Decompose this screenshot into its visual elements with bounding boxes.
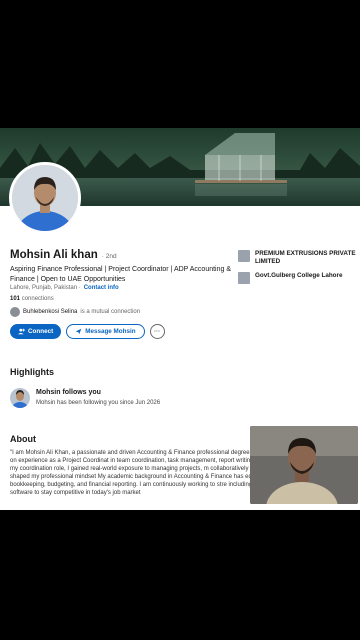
company-logo-icon: [238, 250, 250, 262]
send-icon: [75, 328, 82, 335]
school-logo-icon: [238, 272, 250, 284]
school-name: Govt.Gulberg College Lahore: [255, 272, 343, 279]
profile-name: Mohsin Ali khan: [10, 249, 98, 261]
connections-number: 101: [10, 296, 21, 302]
contact-info-link[interactable]: Contact info: [84, 285, 119, 291]
connect-button[interactable]: Connect: [10, 324, 62, 339]
message-label: Message Mohsin: [85, 328, 136, 335]
mutual-connection[interactable]: Buhlebenkosi Selina is a mutual connecti…: [10, 307, 140, 317]
message-button[interactable]: Message Mohsin: [66, 324, 145, 339]
video-call-overlay[interactable]: [250, 426, 358, 504]
more-icon: ···: [153, 328, 161, 335]
current-company[interactable]: PREMIUM EXTRUSIONS PRIVATE LIMITED: [238, 250, 356, 266]
highlight-avatar: [10, 388, 30, 408]
connect-label: Connect: [28, 328, 54, 335]
profile-name-row: Mohsin Ali khan · 2nd: [10, 249, 117, 261]
highlight-subtitle: Mohsin has been following you since Jun …: [36, 400, 161, 406]
profile-location: Lahore, Punjab, Pakistan ·: [10, 285, 81, 291]
company-name: PREMIUM EXTRUSIONS PRIVATE LIMITED: [255, 250, 356, 265]
about-title: About: [10, 434, 36, 444]
person-add-icon: [18, 328, 25, 335]
action-buttons: Connect Message Mohsin ···: [10, 324, 165, 339]
highlights-section: Highlights Mohsin follows you Mohsin has…: [0, 360, 360, 420]
education[interactable]: Govt.Gulberg College Lahore: [238, 272, 356, 284]
mutual-name: Buhlebenkosi Selina: [23, 309, 78, 315]
connections-count[interactable]: 101 connections: [10, 296, 54, 302]
highlights-title: Highlights: [10, 367, 54, 377]
mutual-suffix: is a mutual connection: [80, 309, 141, 315]
profile-headline: Aspiring Finance Professional | Project …: [10, 266, 232, 283]
more-button[interactable]: ···: [149, 324, 165, 339]
location-row: Lahore, Punjab, Pakistan · Contact info: [10, 285, 119, 291]
video-feed: [250, 426, 358, 504]
profile-avatar[interactable]: [9, 162, 81, 234]
highlight-title: Mohsin follows you: [36, 389, 101, 396]
mutual-avatar: [10, 307, 20, 317]
connections-label: connections: [21, 296, 54, 302]
connection-degree: · 2nd: [101, 253, 117, 260]
